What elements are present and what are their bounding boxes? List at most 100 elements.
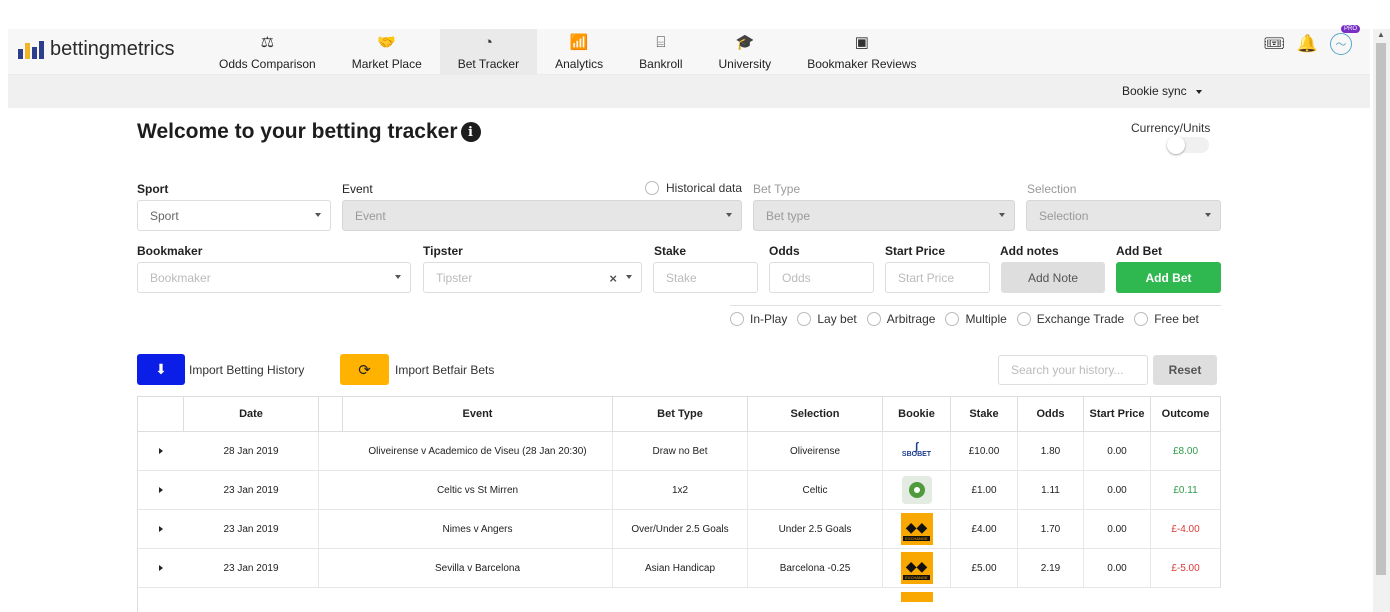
caret-down-icon	[626, 275, 632, 279]
bet-option-exchange-trade[interactable]: Exchange Trade	[1016, 312, 1124, 326]
selection-cell: Celtic	[748, 471, 883, 509]
sport-select[interactable]: Sport	[137, 200, 331, 231]
import-history-label[interactable]: Import Betting History	[189, 363, 304, 377]
info-icon[interactable]: i	[460, 122, 481, 142]
reset-button[interactable]: Reset	[1153, 355, 1217, 385]
event-select[interactable]: Event	[342, 200, 742, 231]
bet-option-radio[interactable]	[945, 312, 960, 326]
table-row[interactable]: 23 Jan 2019 Celtic vs St Mirren 1x2 Celtic £…	[138, 471, 1221, 510]
stake-cell: £10.00	[951, 432, 1018, 470]
nav-item-analytics[interactable]: 📶 Analytics	[537, 29, 621, 75]
bet-option-radio[interactable]	[730, 312, 744, 326]
scrollbar-thumb[interactable]	[1376, 43, 1386, 575]
avatar[interactable]: 〜 PRO	[1330, 25, 1361, 55]
stake-cell: £5.00	[951, 549, 1018, 587]
tickets-icon[interactable]: 🎟	[1263, 34, 1285, 54]
nav-item-label: Bankroll	[639, 57, 683, 71]
historical-data-radio[interactable]	[645, 181, 659, 195]
tipster-select[interactable]: Tipster ×	[423, 262, 642, 293]
bookie-cell	[883, 471, 951, 509]
header-cell[interactable]: Date	[184, 397, 319, 431]
bet-option-radio[interactable]	[797, 312, 812, 326]
bet-options: In-Play Lay bet Arbitrage Multiple Exchange …	[730, 305, 1221, 332]
nav-item-odds-comparison[interactable]: ⚖ Odds Comparison	[201, 29, 334, 75]
header-cell[interactable]: Selection	[748, 397, 883, 431]
header-icons: 🎟 🔔 〜 PRO	[1263, 25, 1361, 55]
bet-option-radio[interactable]	[1016, 312, 1031, 326]
tipster-placeholder: Tipster	[436, 270, 473, 285]
clear-icon[interactable]: ×	[609, 271, 617, 286]
header-cell[interactable]: Outcome	[1151, 397, 1221, 431]
header-cell[interactable]: Odds	[1018, 397, 1084, 431]
add-bet-button[interactable]: Add Bet	[1116, 262, 1221, 293]
expand-caret-icon[interactable]	[159, 526, 163, 532]
nav-item-bankroll[interactable]: ⌸ Bankroll	[621, 29, 700, 75]
odds-comparison-icon: ⚖	[260, 34, 275, 51]
import-betfair-button[interactable]: ⟳	[340, 354, 389, 385]
add-note-button[interactable]: Add Note	[1001, 262, 1105, 293]
caret-down-icon	[1205, 213, 1211, 217]
main-nav: ⚖ Odds Comparison 🤝 Market Place ◔ Bet Tracke…	[201, 29, 935, 75]
bookmaker-select[interactable]: Bookmaker	[137, 262, 411, 293]
start-cell: 0.00	[1084, 549, 1151, 587]
bookie-sync-dropdown[interactable]: Bookie sync	[1122, 84, 1202, 98]
nav-item-label: Analytics	[555, 57, 604, 71]
betfair-exchange-wordmark: EXCHANGE	[903, 574, 930, 580]
stake-input[interactable]: Stake	[653, 262, 758, 293]
header-cell[interactable]: Bookie	[883, 397, 951, 431]
bet-type-select[interactable]: Bet type	[753, 200, 1015, 231]
start-price-input[interactable]: Start Price	[885, 262, 990, 293]
spacer-cell	[319, 471, 343, 509]
betfair-arrows-icon: ◆◆	[905, 518, 928, 535]
bet-option-multiple[interactable]: Multiple	[945, 312, 1007, 326]
expand-caret-icon[interactable]	[159, 565, 163, 571]
header-cell[interactable]: Stake	[951, 397, 1018, 431]
odds-input[interactable]: Odds	[769, 262, 874, 293]
header-cell[interactable]: Bet Type	[613, 397, 748, 431]
event-cell: Nimes v Angers	[343, 510, 613, 548]
header-cell[interactable]: Start Price	[1084, 397, 1151, 431]
import-history-button[interactable]: ⬇	[137, 354, 185, 385]
bet-option-free-bet[interactable]: Free bet	[1134, 312, 1199, 326]
nav-item-market-place[interactable]: 🤝 Market Place	[334, 29, 440, 75]
header-cell[interactable]: Event	[343, 397, 613, 431]
table-cell	[1151, 588, 1221, 612]
bet-option-in-play[interactable]: In-Play	[730, 312, 787, 326]
historical-data-label: Historical data	[666, 181, 743, 195]
bet-type-label: Bet Type	[753, 182, 801, 196]
search-history-input[interactable]: Search your history...	[998, 355, 1148, 385]
nav-item-bet-tracker[interactable]: ◔ Bet Tracker	[439, 29, 538, 75]
bet-option-radio[interactable]	[866, 312, 881, 326]
bettype-cell: 1x2	[613, 471, 748, 509]
bet-option-lay-bet[interactable]: Lay bet	[797, 312, 857, 326]
table-cell	[138, 588, 184, 612]
nav-item-label: Bet Tracker	[457, 57, 520, 71]
historical-data-option[interactable]: Historical data	[645, 181, 742, 195]
currency-units-toggle[interactable]	[1167, 136, 1209, 154]
bet-option-arbitrage[interactable]: Arbitrage	[866, 312, 935, 326]
selection-select[interactable]: Selection	[1026, 200, 1221, 231]
expand-caret-icon[interactable]	[159, 448, 163, 454]
bet-option-label: Lay bet	[817, 312, 857, 326]
brand-name: bettingmetrics	[50, 38, 175, 60]
scrollbar[interactable]: ▲	[1373, 29, 1390, 612]
table-row[interactable]: 28 Jan 2019 Oliveirense v Academico de Vi…	[138, 432, 1221, 471]
refresh-icon: ⟳	[358, 361, 371, 379]
brand-logo[interactable]: bettingmetrics	[18, 38, 175, 61]
table-row[interactable]	[138, 588, 1221, 612]
table-row[interactable]: 23 Jan 2019 Nimes v Angers Over/Under 2.5 …	[138, 510, 1221, 549]
spacer-cell	[319, 549, 343, 587]
expand-caret-icon[interactable]	[159, 487, 163, 493]
search-history-placeholder: Search your history...	[1011, 363, 1124, 377]
bell-icon[interactable]: 🔔	[1297, 34, 1318, 54]
table-cell	[184, 588, 319, 612]
nav-item-bookmaker-reviews[interactable]: ▣ Bookmaker Reviews	[789, 29, 934, 75]
scroll-up-icon[interactable]: ▲	[1377, 30, 1385, 39]
import-betfair-label[interactable]: Import Betfair Bets	[395, 363, 494, 377]
outcome-cell: £8.00	[1151, 432, 1221, 470]
bookmaker-reviews-icon: ▣	[854, 34, 869, 51]
table-row[interactable]: 23 Jan 2019 Sevilla v Barcelona Asian Hand…	[138, 549, 1221, 588]
bet-option-radio[interactable]	[1134, 312, 1149, 326]
nav-item-university[interactable]: 🎓 University	[701, 29, 790, 75]
bookmaker-placeholder: Bookmaker	[150, 270, 211, 285]
